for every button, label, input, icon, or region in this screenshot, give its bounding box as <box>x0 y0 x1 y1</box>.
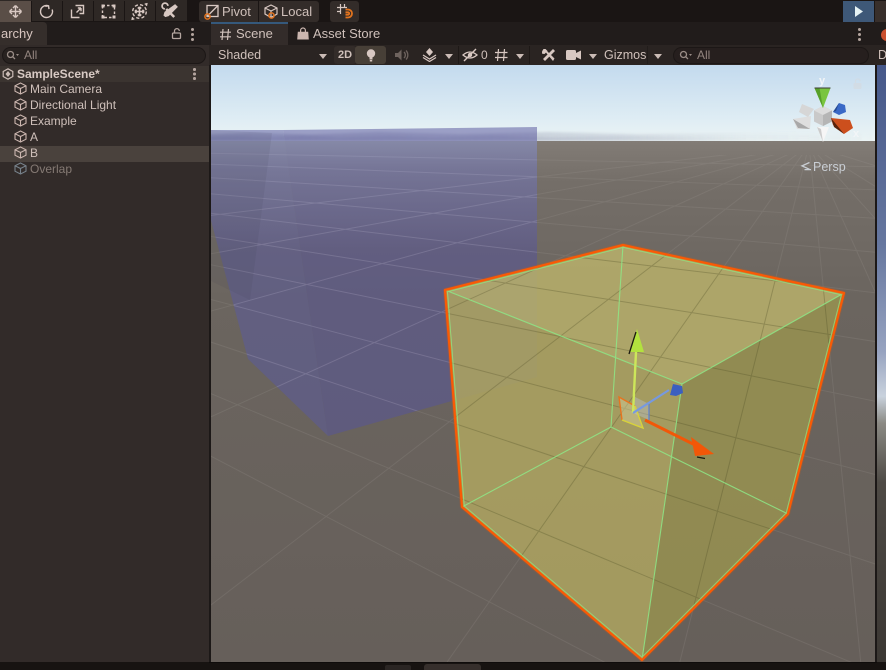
svg-text:y: y <box>819 75 826 87</box>
svg-text:x: x <box>853 128 860 140</box>
svg-text:Persp: Persp <box>813 160 846 174</box>
